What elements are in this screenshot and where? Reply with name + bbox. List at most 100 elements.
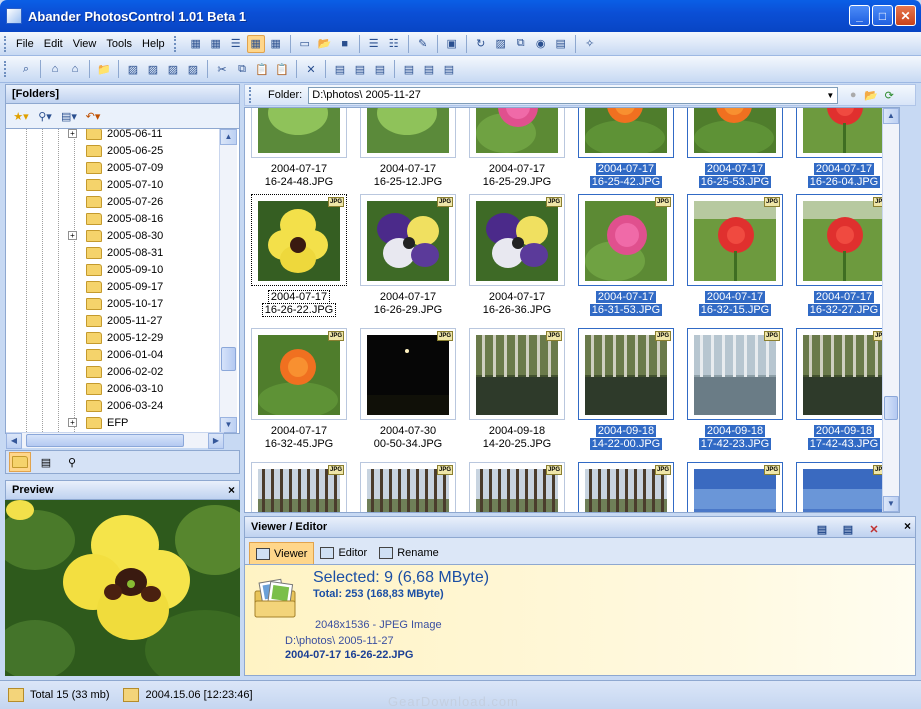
tree-item[interactable]: 2006-01-04 — [6, 346, 239, 363]
sort-icon[interactable]: ☷ — [385, 35, 403, 53]
info-icon[interactable]: ▤ — [400, 60, 418, 78]
viewer-close-icon[interactable]: × — [904, 519, 911, 533]
folders-tab-icon[interactable] — [9, 452, 31, 472]
menu-edit[interactable]: Edit — [39, 38, 68, 50]
menu-grip[interactable] — [4, 35, 7, 52]
brush-icon[interactable]: ✎ — [414, 35, 432, 53]
details-view-icon[interactable]: ▦ — [267, 35, 285, 53]
thumbnail-frame[interactable]: JPG — [796, 108, 892, 158]
thumbnail-item[interactable]: JPG 2004-07-17 16-25-53.JPG — [683, 108, 787, 189]
menu-tools[interactable]: Tools — [101, 38, 137, 50]
thumbnail-frame[interactable]: JPG — [687, 328, 783, 420]
refresh-icon[interactable]: ↻ — [472, 35, 490, 53]
thumbnail-frame[interactable]: JPG — [251, 462, 347, 512]
thumbnail-frame[interactable]: JPG — [578, 462, 674, 512]
thumbnail-item[interactable]: JPG 2004-07-17 16-32-45.JPG — [247, 328, 351, 451]
thumbnail-item[interactable]: JPG — [247, 462, 351, 512]
tree-item[interactable]: 2005-09-10 — [6, 261, 239, 278]
preview-close-icon[interactable]: × — [228, 483, 235, 497]
scroll-left-icon[interactable]: ◀ — [6, 433, 22, 449]
tree-item[interactable]: +2005-08-30 — [6, 227, 239, 244]
scroll-down-icon[interactable]: ▼ — [220, 417, 237, 433]
wizard-icon[interactable]: ✧ — [581, 35, 599, 53]
thumbnail-item[interactable]: JPG 2004-07-17 16-32-15.JPG — [683, 194, 787, 317]
image-icon[interactable]: ▨ — [492, 35, 510, 53]
maximize-button[interactable]: □ — [872, 5, 893, 26]
close-button[interactable]: ✕ — [895, 5, 916, 26]
tree-item[interactable]: 2005-11-27 — [6, 312, 239, 329]
tree-item[interactable]: 2005-07-26 — [6, 193, 239, 210]
thumbnail-frame[interactable]: JPG — [251, 194, 347, 286]
viewer-print-icon[interactable]: ▤ — [839, 520, 857, 538]
favorites-star-icon[interactable]: ★▾ — [12, 107, 30, 125]
browse-folder-icon[interactable]: 📂 — [862, 86, 880, 104]
thumbnail-item[interactable]: JPG 2004-07-17 16-26-29.JPG — [356, 194, 460, 317]
tile-icon[interactable]: ▨ — [124, 60, 142, 78]
tree-item[interactable]: 2005-09-17 — [6, 278, 239, 295]
camera-icon[interactable]: ◉ — [532, 35, 550, 53]
tree-item[interactable]: 2005-10-17 — [6, 295, 239, 312]
thumbnail-frame[interactable]: JPG — [578, 108, 674, 158]
favorite-folder-icon[interactable]: ⌂ — [66, 60, 84, 78]
folder-path-input[interactable]: D:\photos\ 2005-11-27 ▼ — [308, 86, 839, 104]
scroll-up-icon[interactable]: ▲ — [220, 129, 237, 145]
grid-scroll-thumb[interactable] — [884, 396, 898, 420]
slideshow-icon[interactable]: ▭ — [296, 35, 314, 53]
thumbnail-frame[interactable]: JPG — [251, 328, 347, 420]
paste-icon[interactable]: 📋 — [273, 60, 291, 78]
thumbnails-view-icon[interactable]: ▦ — [246, 34, 265, 53]
thumbnail-item[interactable]: JPG 2004-07-17 16-25-29.JPG — [465, 108, 569, 189]
delete-icon[interactable]: ✕ — [302, 60, 320, 78]
tree-expander-icon[interactable]: + — [68, 129, 77, 138]
scroll-right-icon[interactable]: ▶ — [208, 433, 224, 449]
thumbnail-frame[interactable]: JPG — [469, 108, 565, 158]
tree-expander-icon[interactable]: + — [68, 231, 77, 240]
thumbnail-item[interactable]: JPG — [792, 462, 896, 512]
tree-item[interactable]: 2005-08-31 — [6, 244, 239, 261]
viewer-save-icon[interactable]: ▤ — [813, 520, 831, 538]
tab-rename[interactable]: Rename — [373, 542, 445, 564]
thumbnail-frame[interactable]: JPG — [360, 194, 456, 286]
thumbnail-item[interactable]: JPG 2004-07-17 16-31-53.JPG — [574, 194, 678, 317]
viewer-delete-icon[interactable]: ✕ — [865, 520, 883, 538]
tree-item[interactable]: 2006-03-24 — [6, 397, 239, 414]
thumbnail-item[interactable]: JPG 2004-07-17 16-24-48.JPG — [247, 108, 351, 189]
list-view-icon[interactable]: ☰ — [227, 35, 245, 53]
open-folder-icon[interactable]: 📂 — [316, 35, 334, 53]
tree-item[interactable]: 2005-12-29 — [6, 329, 239, 346]
thumbnail-frame[interactable]: JPG — [687, 194, 783, 286]
refresh-folder-icon[interactable]: ⟳ — [880, 86, 898, 104]
tree-item[interactable]: 2005-07-10 — [6, 176, 239, 193]
pathbar-grip[interactable] — [249, 87, 252, 103]
network-icon[interactable]: ⚲▾ — [36, 107, 54, 125]
thumbnail-item[interactable]: JPG 2004-07-17 16-25-12.JPG — [356, 108, 460, 189]
tree-item[interactable]: + EFP — [6, 414, 239, 431]
toolbar-grip[interactable] — [173, 35, 177, 52]
network-tab-icon[interactable]: ⚲ — [61, 452, 83, 472]
tree-item[interactable]: +2005-06-11 — [6, 129, 239, 142]
paste-special-icon[interactable]: 📋 — [253, 60, 271, 78]
tree-item[interactable]: 2005-07-09 — [6, 159, 239, 176]
thumbnail-frame[interactable]: JPG — [796, 462, 892, 512]
thumbnail-item[interactable]: JPG 2004-09-18 17-42-43.JPG — [792, 328, 896, 451]
toolbar2-grip[interactable] — [4, 61, 7, 77]
thumbnail-frame[interactable]: JPG — [360, 108, 456, 158]
home-folder-icon[interactable]: ⌂ — [46, 60, 64, 78]
thumbnail-item[interactable]: JPG 2004-07-17 16-26-36.JPG — [465, 194, 569, 317]
go-stop-icon[interactable]: ● — [844, 86, 862, 104]
tab-viewer[interactable]: Viewer — [249, 542, 315, 564]
document-icon[interactable]: ▤ — [552, 35, 570, 53]
tree-item[interactable]: 2006-03-10 — [6, 380, 239, 397]
copy-image-icon[interactable]: ⧉ — [512, 35, 530, 53]
menu-help[interactable]: Help — [137, 38, 170, 50]
remove-icon[interactable]: ▤ — [371, 60, 389, 78]
path-dropdown-icon[interactable]: ▼ — [826, 91, 834, 100]
thumbnail-item[interactable]: JPG 2004-07-17 16-26-04.JPG — [792, 108, 896, 189]
frame-icon[interactable]: ▨ — [164, 60, 182, 78]
tree-item[interactable]: 2005-08-16 — [6, 210, 239, 227]
edit-notes-icon[interactable]: ▤ — [440, 60, 458, 78]
thumbnail-frame[interactable]: JPG — [360, 462, 456, 512]
thumbnail-item[interactable]: JPG 2004-07-17 16-32-27.JPG — [792, 194, 896, 317]
thumbnail-item[interactable]: JPG — [574, 462, 678, 512]
grid-scroll-up-icon[interactable]: ▲ — [883, 108, 899, 124]
